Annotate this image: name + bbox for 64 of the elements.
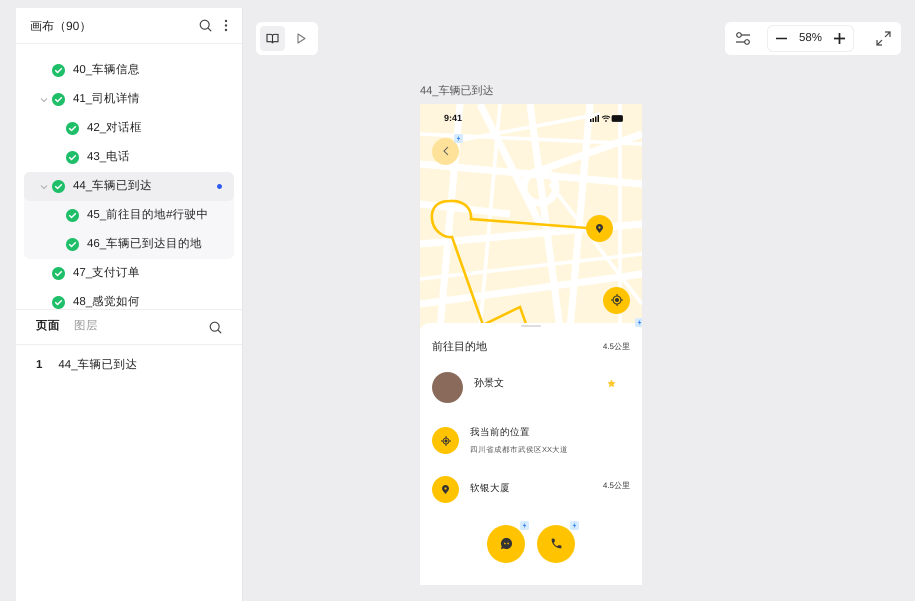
distance-label: 4.5公里 <box>602 480 630 492</box>
check-circle-icon <box>52 93 65 106</box>
book-mode-button[interactable] <box>260 26 285 51</box>
crosshair-icon <box>610 294 622 306</box>
check-circle-icon <box>52 296 65 309</box>
check-circle-icon <box>66 122 79 135</box>
location-pin-icon <box>596 224 603 232</box>
tree-item[interactable]: 43_电话 <box>24 143 234 172</box>
tree-item[interactable]: 48_感觉如何 <box>24 288 234 309</box>
status-icons <box>590 114 624 122</box>
star-icon <box>607 379 616 388</box>
frame-title: 44_车辆已到达 <box>420 84 494 99</box>
driver-name: 孙景文 <box>474 376 504 391</box>
fullscreen-icon[interactable] <box>876 31 891 46</box>
panel-title: 画布（90） <box>30 18 92 34</box>
lightning-badge-icon <box>520 520 529 530</box>
tree-item[interactable]: 40_车辆信息 <box>24 56 234 85</box>
page-number: 1 <box>36 358 42 374</box>
check-circle-icon <box>52 64 65 77</box>
more-icon[interactable] <box>224 19 228 32</box>
tree-item-label: 48_感觉如何 <box>73 294 140 309</box>
tree-item-label: 44_车辆已到达 <box>73 178 152 194</box>
tree-item-label: 41_司机详情 <box>73 91 140 107</box>
distance-label: 4.5公里 <box>602 340 630 353</box>
locate-button[interactable] <box>603 286 630 314</box>
check-circle-icon <box>52 267 65 280</box>
sheet-title: 前往目的地 <box>432 340 487 354</box>
sliders-icon[interactable] <box>734 31 751 46</box>
tree-item-label: 42_对话框 <box>87 120 142 136</box>
tree-item-label: 40_车辆信息 <box>73 62 140 78</box>
page-item[interactable]: 1 44_车辆已到达 <box>16 345 242 387</box>
page-label: 44_车辆已到达 <box>58 358 138 374</box>
zoom-level: 58% <box>798 30 822 46</box>
search-icon[interactable] <box>209 320 222 334</box>
tree-item[interactable]: 42_对话框 <box>24 114 234 143</box>
check-circle-icon <box>66 238 79 251</box>
play-icon <box>297 33 306 44</box>
book-icon <box>266 33 279 44</box>
tree-item[interactable]: 44_车辆已到达 <box>24 172 234 201</box>
tree-item-label: 45_前往目的地#行驶中 <box>87 208 209 223</box>
chat-bubble-icon <box>500 537 512 550</box>
tree-item-label: 46_车辆已到达目的地 <box>87 236 202 252</box>
status-time: 9:41 <box>444 112 462 124</box>
location-title: 我当前的位置 <box>470 426 531 440</box>
check-circle-icon <box>66 209 79 222</box>
plus-icon[interactable] <box>834 33 845 44</box>
panel-tab[interactable]: 页面 <box>36 318 60 336</box>
tree-item-label: 47_支付订单 <box>73 266 140 281</box>
location-pin-icon <box>442 484 449 494</box>
location-title: 软银大厦 <box>470 482 511 496</box>
search-icon[interactable] <box>199 19 212 32</box>
lightning-badge-icon <box>454 134 463 142</box>
tree-item[interactable]: 46_车辆已到达目的地 <box>24 230 234 259</box>
drag-handle <box>521 324 541 326</box>
phone-icon <box>550 537 562 550</box>
tree-item[interactable]: 45_前往目的地#行驶中 <box>24 201 234 230</box>
check-circle-icon <box>52 180 65 193</box>
check-circle-icon <box>66 151 79 164</box>
tree-item[interactable]: 41_司机详情 <box>24 85 234 114</box>
tree-item-label: 43_电话 <box>87 150 130 165</box>
crosshair-icon <box>440 436 450 446</box>
tree-item[interactable]: 47_支付订单 <box>24 259 234 288</box>
location-row[interactable]: 软银大厦 4.5公里 <box>432 476 630 502</box>
lightning-badge-icon <box>570 520 579 530</box>
